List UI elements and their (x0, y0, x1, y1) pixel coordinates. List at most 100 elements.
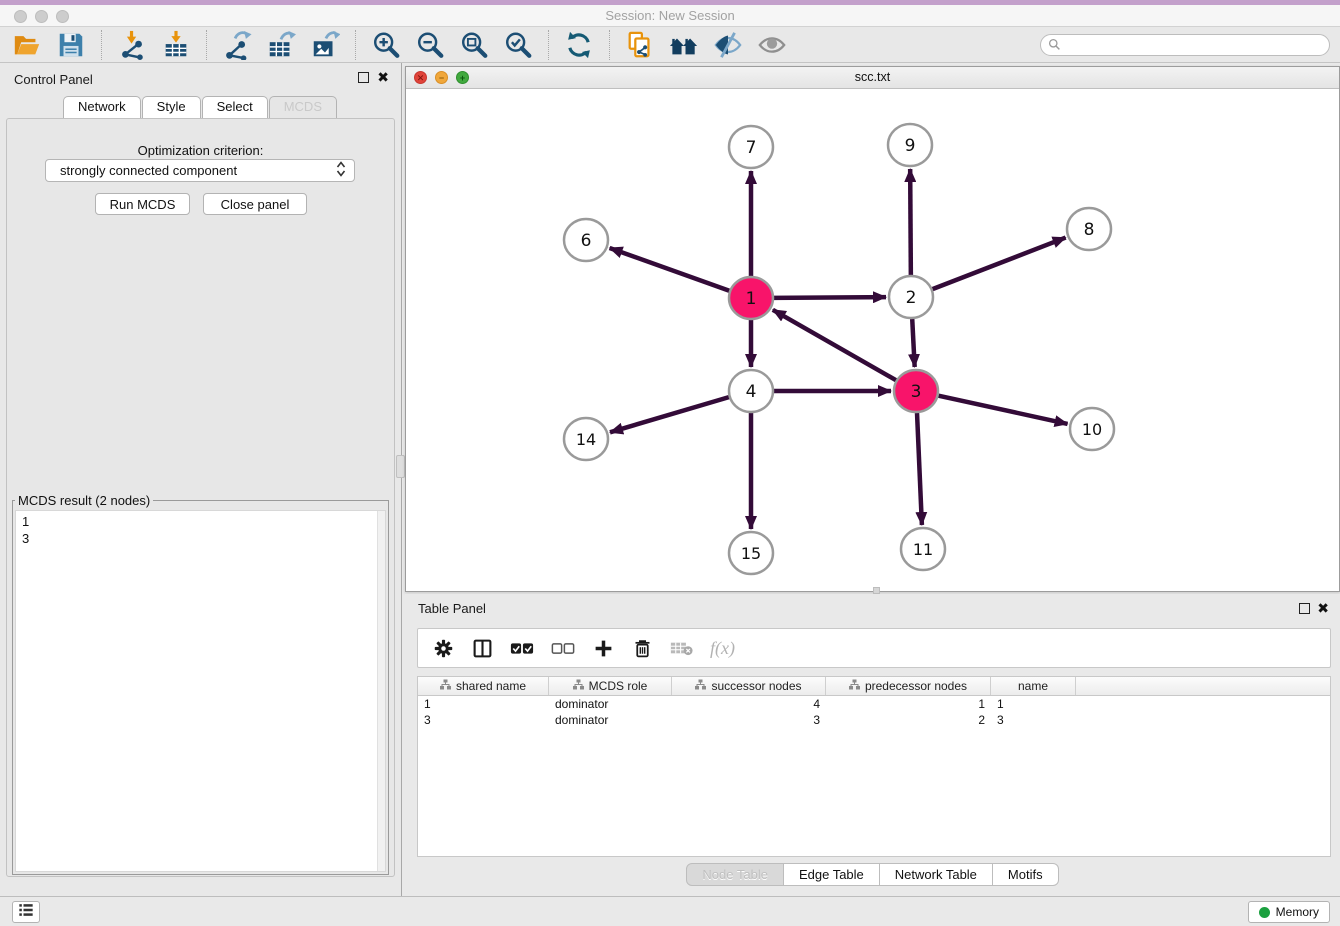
task-list-button[interactable] (12, 901, 40, 923)
cell[interactable]: 1 (418, 696, 549, 712)
delete-table-icon (670, 636, 693, 660)
node-9[interactable]: 9 (888, 124, 932, 166)
edge-3-10[interactable] (938, 396, 1067, 424)
save-session-icon[interactable] (54, 29, 88, 61)
cell[interactable]: 3 (991, 712, 1076, 728)
node-11[interactable]: 11 (901, 528, 945, 570)
node-6[interactable]: 6 (564, 219, 608, 261)
delete-icon[interactable] (631, 636, 653, 660)
node-1[interactable]: 1 (729, 277, 773, 319)
zoom-out-icon[interactable] (413, 29, 447, 61)
node-14[interactable]: 14 (564, 418, 608, 460)
criterion-value: strongly connected component (60, 163, 336, 178)
cell[interactable]: 1 (826, 696, 991, 712)
hierarchy-icon (695, 679, 706, 693)
node-4[interactable]: 4 (729, 370, 773, 412)
run-mcds-button[interactable]: Run MCDS (95, 193, 190, 215)
export-network-icon[interactable] (220, 29, 254, 61)
open-session-icon[interactable] (10, 29, 44, 61)
export-image-icon[interactable] (308, 29, 342, 61)
close-panel-icon[interactable]: ✖ (377, 70, 389, 84)
control-panel-tabs: NetworkStyleSelectMCDS (0, 96, 401, 118)
main-toolbar (0, 27, 1340, 63)
edge-2-8[interactable] (932, 238, 1065, 290)
deselect-all-icon[interactable] (551, 636, 575, 660)
table-row[interactable]: 3dominator323 (418, 712, 1330, 728)
network-canvas-wrap: 7 9 6 8 1 2 4 3 14 10 15 11 (406, 89, 1339, 591)
edge-3-11[interactable] (917, 413, 922, 525)
add-icon[interactable] (592, 636, 614, 660)
table-toolbar: f(x) (417, 628, 1331, 668)
edge-1-6[interactable] (610, 248, 730, 291)
hierarchy-icon (849, 679, 860, 693)
tab-node-table[interactable]: Node Table (686, 863, 784, 886)
column-header-MCDS-role[interactable]: MCDS role (549, 677, 672, 695)
show-visibility-icon[interactable] (755, 29, 789, 61)
column-header-shared-name[interactable]: shared name (418, 677, 549, 695)
cell[interactable]: 4 (672, 696, 826, 712)
table-close-icon[interactable]: ✖ (1317, 601, 1329, 615)
tab-motifs[interactable]: Motifs (993, 863, 1059, 886)
criterion-dropdown[interactable]: strongly connected component (45, 159, 355, 182)
select-all-icon[interactable] (510, 636, 534, 660)
cell[interactable]: 3 (672, 712, 826, 728)
tab-mcds[interactable]: MCDS (269, 96, 337, 118)
edge-2-9[interactable] (910, 169, 911, 275)
tab-network-table[interactable]: Network Table (880, 863, 993, 886)
clone-network-icon[interactable] (623, 29, 657, 61)
result-scrollbar[interactable] (377, 511, 385, 871)
network-titlebar[interactable]: ✕ − + scc.txt (406, 67, 1339, 89)
node-2[interactable]: 2 (889, 276, 933, 318)
cell[interactable]: 3 (418, 712, 549, 728)
node-label: 4 (746, 382, 757, 402)
columns-icon[interactable] (471, 636, 493, 660)
zoom-in-icon[interactable] (369, 29, 403, 61)
table-panel: Table Panel ✖ f(x) shared nameMCDS roles… (405, 594, 1340, 896)
cell[interactable]: 1 (991, 696, 1076, 712)
search-input[interactable] (1040, 34, 1330, 56)
header-filler (1076, 677, 1330, 695)
table-row[interactable]: 1dominator411 (418, 696, 1330, 712)
zoom-selected-icon[interactable] (501, 29, 535, 61)
node-10[interactable]: 10 (1070, 408, 1114, 450)
node-label: 8 (1084, 220, 1095, 240)
memory-button[interactable]: Memory (1248, 901, 1330, 923)
node-3[interactable]: 3 (894, 370, 938, 412)
import-network-icon[interactable] (115, 29, 149, 61)
refresh-layout-icon[interactable] (562, 29, 596, 61)
network-scroll-handle[interactable] (873, 587, 880, 594)
export-table-icon[interactable] (264, 29, 298, 61)
control-panel-title: Control Panel (14, 72, 93, 87)
import-table-icon[interactable] (159, 29, 193, 61)
edge-3-1[interactable] (773, 310, 896, 380)
node-15[interactable]: 15 (729, 532, 773, 574)
edge-1-2[interactable] (774, 297, 886, 298)
zoom-fit-icon[interactable] (457, 29, 491, 61)
cell[interactable]: 2 (826, 712, 991, 728)
network-canvas[interactable]: 7 9 6 8 1 2 4 3 14 10 15 11 (406, 89, 1339, 591)
column-header-successor-nodes[interactable]: successor nodes (672, 677, 826, 695)
panel-split-handle[interactable] (396, 455, 405, 478)
tab-network[interactable]: Network (63, 96, 141, 118)
os-titlebar: Session: New Session (0, 0, 1340, 27)
node-7[interactable]: 7 (729, 126, 773, 168)
application-window: Session: New Session Control Panel ✖ Net… (0, 0, 1340, 926)
node-label: 14 (576, 430, 596, 449)
tab-style[interactable]: Style (142, 96, 201, 118)
float-panel-icon[interactable] (358, 72, 369, 83)
tab-select[interactable]: Select (202, 96, 268, 118)
home-icon[interactable] (667, 29, 701, 61)
close-panel-button[interactable]: Close panel (203, 193, 307, 215)
table-float-icon[interactable] (1299, 603, 1310, 614)
node-label: 11 (913, 540, 933, 559)
cell[interactable]: dominator (549, 712, 672, 728)
hide-visibility-icon[interactable] (711, 29, 745, 61)
edge-4-14[interactable] (610, 397, 729, 432)
node-8[interactable]: 8 (1067, 208, 1111, 250)
column-header-name[interactable]: name (991, 677, 1076, 695)
settings-gear-icon[interactable] (432, 636, 454, 660)
tab-edge-table[interactable]: Edge Table (784, 863, 880, 886)
edge-2-3[interactable] (912, 319, 914, 367)
cell[interactable]: dominator (549, 696, 672, 712)
column-header-predecessor-nodes[interactable]: predecessor nodes (826, 677, 991, 695)
